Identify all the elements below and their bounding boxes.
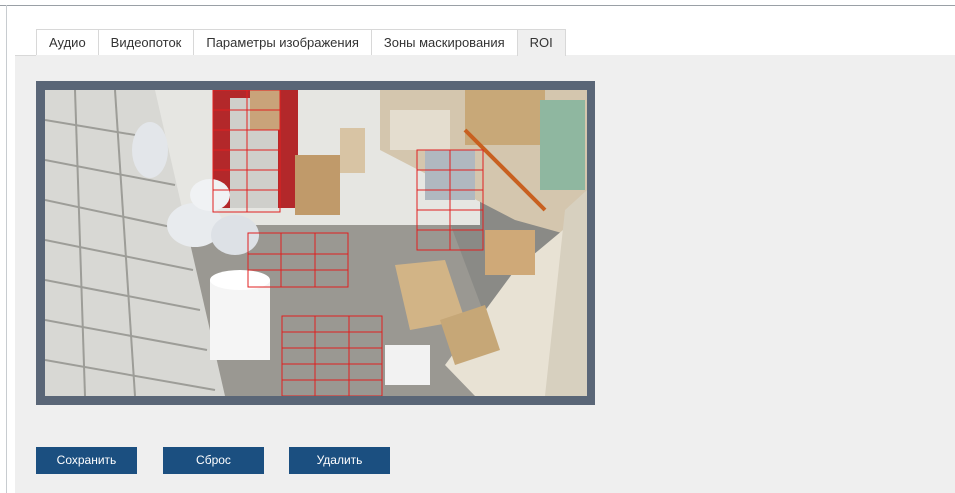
camera-preview[interactable] bbox=[45, 90, 587, 396]
reset-button[interactable]: Сброс bbox=[163, 447, 264, 474]
save-button[interactable]: Сохранить bbox=[36, 447, 137, 474]
tab-video-stream[interactable]: Видеопоток bbox=[97, 29, 195, 55]
roi-grid-overlay[interactable] bbox=[45, 90, 587, 396]
tab-bar-baseline bbox=[15, 55, 36, 56]
tab-image-parameters[interactable]: Параметры изображения bbox=[193, 29, 372, 55]
tab-privacy-masks[interactable]: Зоны маскирования bbox=[370, 29, 518, 55]
tab-roi[interactable]: ROI bbox=[516, 29, 566, 56]
tab-audio[interactable]: Аудио bbox=[36, 29, 99, 55]
settings-tab-bar: Аудио Видеопоток Параметры изображения З… bbox=[36, 29, 566, 56]
window-top-border bbox=[0, 5, 955, 6]
window-left-border bbox=[6, 5, 7, 493]
delete-button[interactable]: Удалить bbox=[289, 447, 390, 474]
